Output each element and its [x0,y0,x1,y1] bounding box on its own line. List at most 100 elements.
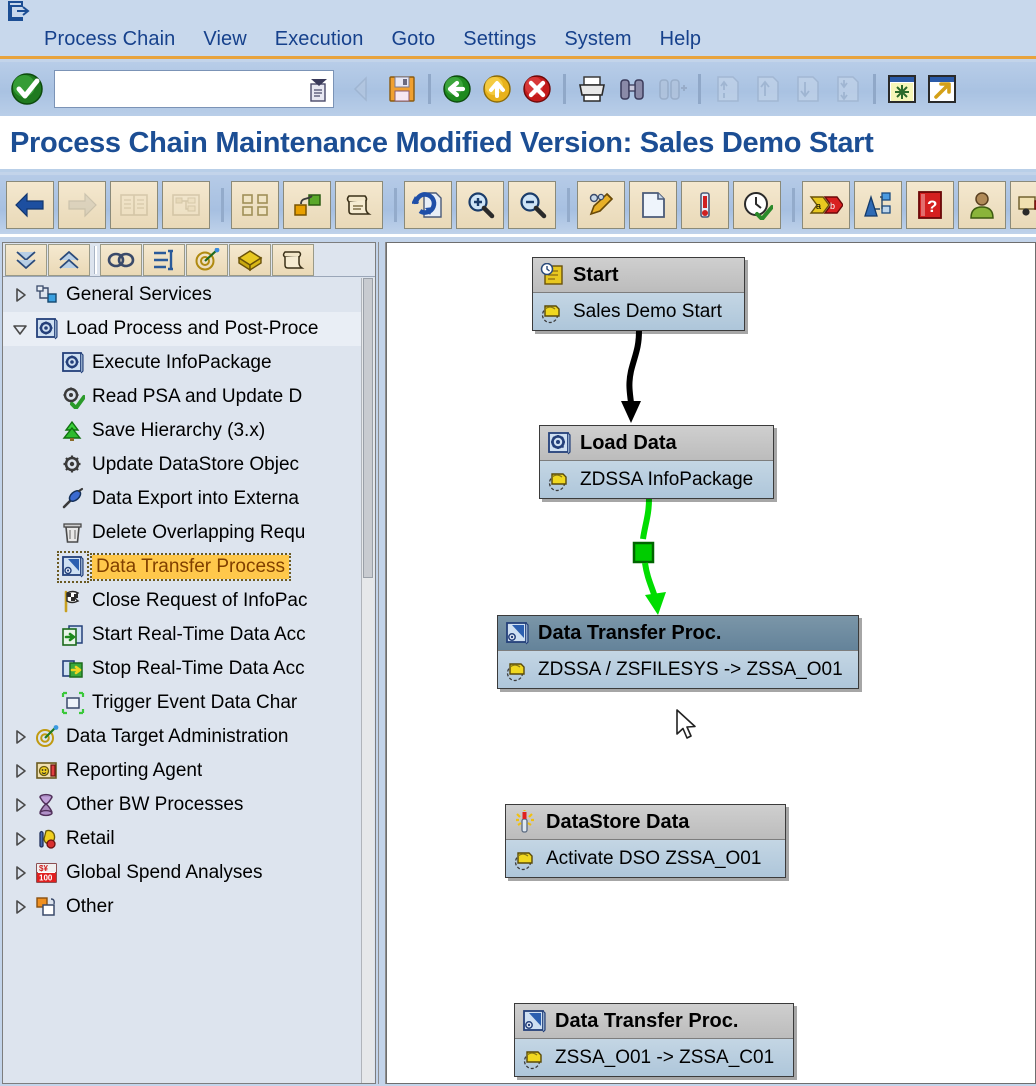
print-icon[interactable] [572,68,612,110]
create-shortcut-icon[interactable] [922,68,962,110]
chain-node-load-data[interactable]: Load Data ZDSSA InfoPackage [539,425,774,499]
chain-node-title: Data Transfer Proc. [538,621,722,644]
previous-view-back-icon[interactable] [6,180,54,229]
network-view-icon[interactable] [231,180,279,229]
tree-item-label: Update DataStore Objec [92,454,300,475]
work-area: General Services Load Process and Post-Pr… [0,240,1036,1086]
maintain-variant-icon[interactable] [577,180,625,229]
exit-arrow-icon[interactable] [8,1,30,21]
planning-view-icon[interactable] [283,180,331,229]
chevron-right-icon[interactable] [7,724,33,750]
delete-trash-icon [59,519,87,547]
process-flow-icon[interactable] [143,243,185,276]
find-binoculars-icon[interactable] [612,68,652,110]
tree-item-read-psa-and-update-d[interactable]: Read PSA and Update D [3,380,363,414]
panel-splitter[interactable] [378,242,386,1084]
chevron-down-icon[interactable] [7,316,33,342]
tree-item-global-spend-analyses[interactable]: $¥ 100 Global Spend Analyses [3,856,363,890]
back-green-arrow-icon[interactable] [437,68,477,110]
chain-node-variant: Sales Demo Start [573,300,722,322]
menu-view[interactable]: View [189,28,260,51]
schedule-clock-icon[interactable] [733,180,781,229]
chevron-right-icon[interactable] [7,792,33,818]
gold-cube-icon[interactable] [229,243,271,276]
tree-item-other[interactable]: Other [3,890,363,924]
chevron-right-icon[interactable] [7,758,33,784]
tree-item-stop-real-time-data-acc[interactable]: Stop Real-Time Data Acc [3,652,363,686]
new-document-icon[interactable] [629,180,677,229]
owner-person-icon[interactable] [958,180,1006,229]
tree-item-retail[interactable]: Retail [3,822,363,856]
chain-node-data-transfer-proc-2[interactable]: Data Transfer Proc. ZSSA_O01 -> ZSSA_C01 [514,1003,794,1077]
check-chain-icon[interactable] [681,180,729,229]
tree-item-data-target-administration[interactable]: Data Target Administration [3,720,363,754]
display-data-flow-icon[interactable] [854,180,902,229]
chain-node-data-transfer-proc-1[interactable]: Data Transfer Proc. ZDSSA / ZSFILESYS ->… [497,615,859,689]
tree-item-general-services[interactable]: General Services [3,278,363,312]
zoom-out-icon[interactable] [508,180,556,229]
tree-item-other-bw-processes[interactable]: Other BW Processes [3,788,363,822]
process-types-tree[interactable]: General Services Load Process and Post-Pr… [3,278,363,1083]
transport-truck-icon[interactable] [1010,180,1036,229]
tree-toolbar-separator [94,245,97,274]
tree-item-data-export-into-externa[interactable]: Data Export into Externa [3,482,363,516]
refresh-icon[interactable] [404,180,452,229]
chain-node-header: Start [533,258,744,293]
enter-check-icon[interactable] [8,69,48,109]
help-documentation-icon[interactable]: ? [906,180,954,229]
exit-yellow-up-icon[interactable] [477,68,517,110]
tree-item-start-real-time-data-acc[interactable]: Start Real-Time Data Acc [3,618,363,652]
target-dart-icon[interactable] [186,243,228,276]
chain-node-body: Sales Demo Start [533,293,744,330]
chevron-right-icon[interactable] [7,826,33,852]
command-input[interactable] [55,72,300,106]
command-field[interactable] [54,70,334,108]
svg-text:$¥: $¥ [39,864,48,873]
menu-help[interactable]: Help [646,28,716,51]
chain-node-datastore-data[interactable]: DataStore Data Activate DSO ZSSA_O01 [505,804,786,878]
chain-node-body: ZDSSA / ZSFILESYS -> ZSSA_O01 [498,651,858,688]
save-icon[interactable] [382,68,422,110]
chain-node-variant: ZDSSA / ZSFILESYS -> ZSSA_O01 [538,658,843,680]
create-session-icon[interactable] [882,68,922,110]
zoom-in-icon[interactable] [456,180,504,229]
tree-item-save-hierarchy-3-x[interactable]: Save Hierarchy (3.x) [3,414,363,448]
tree-item-label: Other BW Processes [66,794,244,815]
svg-text:?: ? [927,197,937,216]
tree-item-reporting-agent[interactable]: Reporting Agent [3,754,363,788]
tree-item-load-process-and-post-proce[interactable]: Load Process and Post-Proce [3,312,363,346]
menu-system[interactable]: System [550,28,645,51]
log-scroll-icon[interactable] [272,243,314,276]
chain-node-start[interactable]: Start Sales Demo Start [532,257,745,331]
scrollbar-thumb[interactable] [363,278,373,578]
tree-vertical-scrollbar[interactable] [361,278,374,1083]
process-chain-canvas[interactable]: Start Sales Demo Start Load Data ZDSSA I… [386,242,1036,1084]
other-shapes-icon [33,893,61,921]
chevron-right-icon[interactable] [7,282,33,308]
tree-item-execute-infopackage[interactable]: Execute InfoPackage [3,346,363,380]
link-chain-icon[interactable] [100,243,142,276]
menu-label: Execution [274,28,364,50]
menu-execution[interactable]: Execution [261,28,378,51]
tree-item-trigger-event-data-char[interactable]: Trigger Event Data Char [3,686,363,720]
variant-yellow-icon [521,1045,547,1071]
menu-process-chain[interactable]: Process Chain [30,28,189,51]
expand-all-icon[interactable] [5,243,47,276]
tree-item-label: Data Export into Externa [92,488,299,509]
command-history-icon[interactable] [307,77,329,103]
ab-attributes-icon[interactable]: a b [802,180,850,229]
collapse-all-icon[interactable] [48,243,90,276]
tree-item-close-request-of-infopac[interactable]: Close Request of InfoPac [3,584,363,618]
tree-item-update-datastore-objec[interactable]: Update DataStore Objec [3,448,363,482]
cancel-red-x-icon[interactable] [517,68,557,110]
load-process-gear-icon [546,430,572,456]
target-dart-icon [33,723,61,751]
tree-item-label: Read PSA and Update D [92,386,303,407]
menu-settings[interactable]: Settings [449,28,550,51]
chevron-right-icon[interactable] [7,860,33,886]
log-view-icon[interactable] [335,180,383,229]
menu-goto[interactable]: Goto [377,28,449,51]
tree-item-delete-overlapping-requ[interactable]: Delete Overlapping Requ [3,516,363,550]
chevron-right-icon[interactable] [7,894,33,920]
tree-item-data-transfer-process[interactable]: Data Transfer Process [3,550,363,584]
